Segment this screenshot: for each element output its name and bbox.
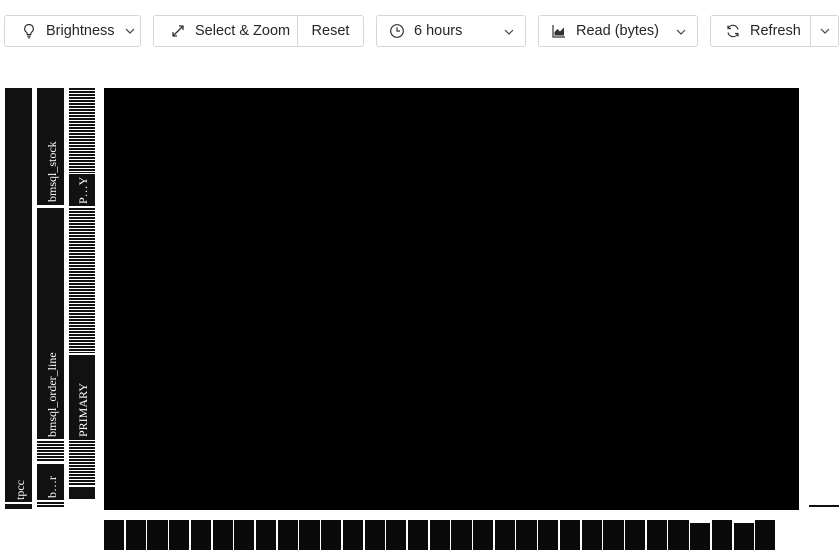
table-bar-small-group[interactable] — [37, 502, 64, 508]
chevron-down-icon — [504, 29, 514, 35]
time-axis-segment — [690, 523, 711, 550]
time-axis-segment — [147, 520, 168, 550]
index-bar-small-group[interactable] — [69, 208, 95, 353]
area-chart-icon — [552, 25, 565, 38]
time-axis-segment — [212, 520, 233, 550]
time-axis-segment — [190, 520, 212, 550]
chevron-down-icon — [125, 28, 134, 34]
table-label: bmsql_order_line — [45, 352, 59, 437]
reset-button[interactable]: Reset — [298, 16, 363, 46]
time-axis-segment — [277, 520, 298, 550]
select-zoom-group: Select & Zoom Reset — [153, 15, 364, 47]
select-zoom-button[interactable]: Select & Zoom — [154, 16, 298, 46]
time-axis-segment — [255, 520, 277, 550]
time-axis-segment — [364, 520, 385, 550]
chevron-down-icon — [676, 29, 686, 35]
table-label: bmsql_stock — [45, 141, 59, 202]
time-axis-segment — [429, 520, 450, 550]
time-axis-segment — [169, 520, 190, 550]
time-axis-segment — [755, 520, 776, 550]
table-bar-small-group[interactable] — [37, 441, 64, 462]
time-axis-segment — [625, 520, 646, 550]
time-axis-segment — [451, 520, 472, 550]
time-axis-segment — [342, 520, 363, 550]
time-axis-segment — [733, 523, 754, 550]
time-axis-segment — [538, 520, 559, 550]
index-label: P…Y — [76, 176, 90, 204]
time-axis-segment — [125, 520, 146, 550]
time-axis-segment — [407, 520, 429, 550]
brightness-label: Brightness — [46, 23, 115, 39]
index-bar-small-group[interactable] — [69, 441, 95, 486]
index-bar-small-group[interactable] — [69, 88, 95, 173]
refresh-label: Refresh — [750, 23, 801, 39]
index-label: PRIMARY — [76, 382, 90, 437]
time-axis-segment — [321, 520, 342, 550]
database-label: tpcc — [13, 480, 27, 500]
heatmap-canvas[interactable] — [104, 88, 799, 510]
diagonal-arrows-icon — [172, 25, 184, 37]
time-axis-segment — [646, 520, 667, 550]
database-bar[interactable]: tpcc — [5, 88, 32, 502]
time-axis-segment — [494, 520, 515, 550]
time-axis-segment — [234, 520, 255, 550]
time-axis-segment — [581, 520, 602, 550]
database-bar-tail — [5, 504, 32, 509]
time-axis-segment — [299, 520, 320, 550]
refresh-icon — [727, 24, 739, 38]
time-range-label: 6 hours — [414, 23, 463, 39]
table-bar-bmsql-stock[interactable]: bmsql_stock — [37, 88, 64, 205]
time-axis-segment — [516, 520, 537, 550]
reset-label: Reset — [311, 23, 350, 39]
time-axis-segment — [104, 520, 125, 550]
index-bar-p-y[interactable]: P…Y — [69, 174, 95, 206]
refresh-options-button[interactable] — [811, 16, 838, 46]
metric-dropdown[interactable]: Read (bytes) — [538, 15, 698, 47]
selection-line — [809, 505, 839, 507]
time-range-dropdown[interactable]: 6 hours — [376, 15, 526, 47]
table-label: b…r — [45, 476, 59, 498]
time-axis-segment — [711, 520, 733, 550]
clock-icon — [390, 24, 404, 38]
time-axis-segment — [386, 520, 407, 550]
time-axis-segment — [473, 520, 494, 550]
time-axis-segment — [559, 520, 581, 550]
time-axis-segment — [668, 520, 689, 550]
table-bar-b-r[interactable]: b…r — [37, 464, 64, 500]
brightness-dropdown[interactable]: Brightness — [4, 15, 141, 47]
metric-label: Read (bytes) — [576, 23, 660, 39]
index-bar-primary[interactable]: PRIMARY — [69, 355, 95, 440]
index-bar-bottom[interactable] — [69, 487, 95, 499]
refresh-button[interactable]: Refresh — [711, 16, 811, 46]
chevron-down-icon — [820, 28, 829, 34]
refresh-group: Refresh — [710, 15, 839, 47]
lightbulb-icon — [24, 23, 34, 39]
table-bar-bmsql-order-line[interactable]: bmsql_order_line — [37, 208, 64, 439]
time-axis-segment — [603, 520, 624, 550]
select-zoom-label: Select & Zoom — [195, 23, 291, 39]
